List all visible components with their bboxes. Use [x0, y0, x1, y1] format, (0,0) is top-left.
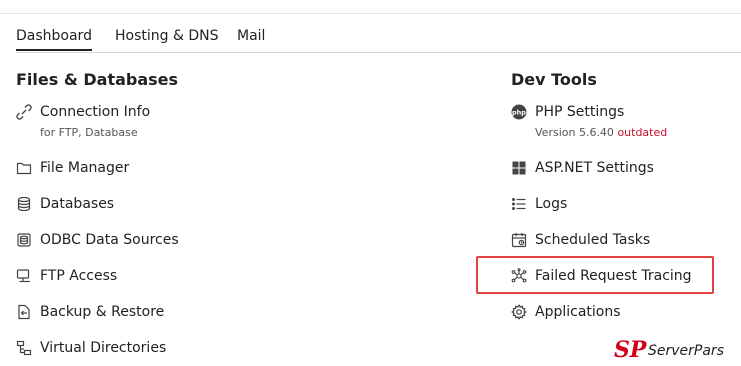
- databases-link[interactable]: Databases: [16, 193, 114, 215]
- serverpars-logo-text: ServerPars: [648, 343, 724, 359]
- serverpars-logo-mark: SP: [614, 337, 647, 363]
- logs-icon: [511, 196, 527, 212]
- tab-divider: [16, 52, 741, 53]
- backup-restore-link[interactable]: Backup & Restore: [16, 301, 164, 323]
- databases-label: Databases: [40, 196, 115, 212]
- connection-info-sub: for FTP, Database: [40, 126, 138, 139]
- file-manager-label: File Manager: [40, 160, 130, 176]
- ftp-icon: [16, 268, 32, 284]
- php-outdated-badge: outdated: [617, 126, 668, 139]
- php-version-sub: Version 5.6.40 outdated: [535, 126, 667, 139]
- connection-info-link[interactable]: Connection Info: [16, 101, 150, 123]
- aspnet-settings-label: ASP.NET Settings: [535, 160, 654, 176]
- virtual-directories-label: Virtual Directories: [40, 340, 167, 356]
- dev-tools-title: Dev Tools: [511, 70, 597, 89]
- svg-text:php: php: [512, 109, 526, 117]
- serverpars-logo: SP ServerPars: [614, 337, 738, 363]
- odbc-icon: [16, 232, 32, 248]
- php-settings-link[interactable]: php PHP Settings: [511, 101, 624, 123]
- backup-restore-label: Backup & Restore: [40, 304, 165, 320]
- failed-request-tracing-label: Failed Request Tracing: [535, 268, 692, 284]
- tab-mail[interactable]: Mail: [237, 28, 265, 44]
- php-settings-label: PHP Settings: [535, 104, 625, 120]
- logs-link[interactable]: Logs: [511, 193, 567, 215]
- tracing-icon: [511, 268, 527, 284]
- odbc-data-sources-label: ODBC Data Sources: [40, 232, 179, 248]
- connection-info-label: Connection Info: [40, 104, 151, 120]
- aspnet-settings-link[interactable]: ASP.NET Settings: [511, 157, 654, 179]
- php-version-text: Version 5.6.40: [535, 126, 614, 139]
- applications-link[interactable]: Applications: [511, 301, 621, 323]
- tab-bar: Dashboard Hosting & DNS Mail: [16, 28, 741, 52]
- virtual-directories-link[interactable]: Virtual Directories: [16, 337, 166, 359]
- ftp-access-label: FTP Access: [40, 268, 118, 284]
- scheduled-tasks-label: Scheduled Tasks: [535, 232, 651, 248]
- virtual-directories-icon: [16, 340, 32, 356]
- logs-label: Logs: [535, 196, 568, 212]
- folder-icon: [16, 160, 32, 176]
- tab-hosting-dns[interactable]: Hosting & DNS: [115, 28, 218, 44]
- file-manager-link[interactable]: File Manager: [16, 157, 129, 179]
- scheduled-tasks-link[interactable]: Scheduled Tasks: [511, 229, 650, 251]
- tab-dashboard[interactable]: Dashboard: [16, 28, 92, 51]
- calendar-icon: [511, 232, 527, 248]
- top-bar: [0, 0, 741, 14]
- gear-icon: [511, 304, 527, 320]
- php-icon: php: [511, 104, 527, 120]
- ftp-access-link[interactable]: FTP Access: [16, 265, 117, 287]
- odbc-data-sources-link[interactable]: ODBC Data Sources: [16, 229, 179, 251]
- files-databases-title: Files & Databases: [16, 70, 179, 89]
- failed-request-tracing-link[interactable]: Failed Request Tracing: [511, 265, 692, 287]
- connection-icon: [16, 104, 32, 120]
- database-icon: [16, 196, 32, 212]
- aspnet-icon: [511, 160, 527, 176]
- applications-label: Applications: [535, 304, 621, 320]
- backup-icon: [16, 304, 32, 320]
